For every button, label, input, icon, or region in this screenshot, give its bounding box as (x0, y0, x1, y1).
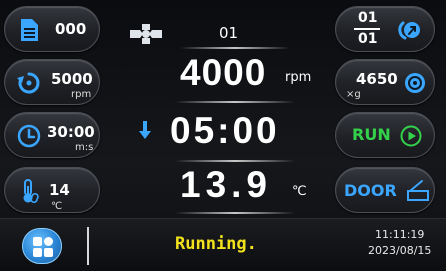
set-speed-unit: rpm (71, 89, 92, 100)
divider-line (175, 160, 295, 162)
fraction-line (354, 28, 380, 30)
clock-icon (17, 124, 41, 148)
set-speed-button[interactable]: 5000 rpm (4, 59, 100, 105)
cycle-button[interactable]: 01 01 (335, 6, 435, 52)
set-time-unit: m:s (75, 142, 94, 153)
remaining-time-value: 05:00 (170, 110, 280, 151)
divider-line (175, 212, 295, 214)
play-icon (400, 125, 422, 147)
door-icon (407, 180, 429, 201)
clock-date: 2023/08/15 (368, 244, 432, 257)
rcf-value: 4650 (356, 70, 398, 88)
actual-temperature-unit: ℃ (292, 184, 307, 199)
status-text: Running. (175, 234, 257, 254)
rotation-icon (17, 72, 40, 94)
set-temperature-unit: ℃ (51, 201, 63, 212)
cycle-total: 01 (358, 31, 378, 47)
thermometer-icon (23, 179, 39, 203)
rcf-button[interactable]: 4650 ×g (335, 59, 435, 105)
menu-icon (33, 237, 53, 257)
cycle-current: 01 (358, 10, 378, 26)
door-label: DOOR (344, 181, 397, 200)
rotor-icon (130, 24, 162, 44)
door-button[interactable]: DOOR (335, 167, 435, 213)
run-button[interactable]: RUN (335, 112, 435, 158)
program-value: 000 (55, 20, 87, 38)
divider-line (180, 47, 290, 49)
set-temperature-value: 14 (49, 181, 70, 199)
program-button[interactable]: 000 (4, 6, 100, 52)
clock-time: 11:11:19 (375, 228, 425, 241)
rcf-unit: ×g (346, 89, 361, 100)
separator (87, 227, 89, 265)
set-temperature-button[interactable]: 14 ℃ (4, 167, 100, 213)
rcf-icon (405, 73, 425, 93)
down-arrow-icon (139, 121, 151, 139)
status-bar: Running. 11:11:19 2023/08/15 (0, 218, 446, 271)
run-label: RUN (352, 125, 391, 144)
set-speed-value: 5000 (51, 70, 93, 88)
actual-speed-value: 4000 (180, 52, 267, 93)
rotor-number: 01 (219, 24, 239, 42)
cycle-icon (398, 21, 420, 40)
document-icon (21, 19, 38, 41)
centrifuge-screen: 000 5000 rpm 30:00 m:s 14 ℃ 01 4000 rpm … (0, 0, 446, 271)
set-time-button[interactable]: 30:00 m:s (4, 112, 100, 158)
set-time-value: 30:00 (47, 123, 95, 141)
menu-button[interactable] (22, 228, 62, 264)
divider-line (175, 101, 295, 103)
actual-speed-unit: rpm (285, 70, 312, 85)
actual-temperature-value: 13.9 (180, 164, 273, 205)
